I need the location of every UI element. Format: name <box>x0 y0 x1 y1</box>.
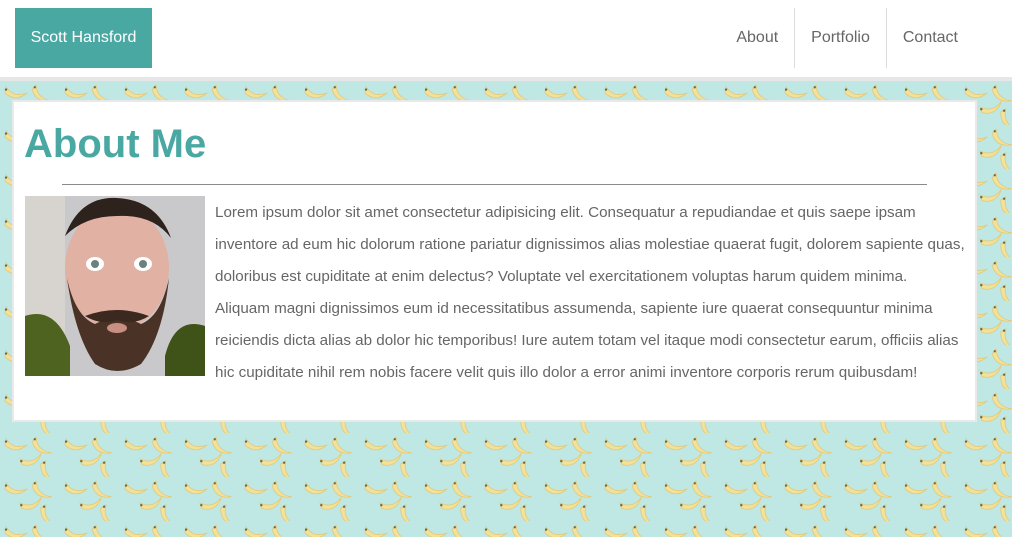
brand-logo-button[interactable]: Scott Hansford <box>15 8 152 68</box>
nav-link-portfolio[interactable]: Portfolio <box>795 8 886 68</box>
title-divider <box>62 184 927 185</box>
navbar: Scott Hansford About Portfolio Contact <box>0 0 1012 77</box>
nav-link-about[interactable]: About <box>720 8 794 68</box>
photo-spacer <box>25 197 215 377</box>
about-title: About Me <box>24 122 207 166</box>
nav-link-contact[interactable]: Contact <box>887 8 974 68</box>
about-body-text: Lorem ipsum dolor sit amet consectetur a… <box>25 197 965 389</box>
about-body: Lorem ipsum dolor sit amet consectetur a… <box>215 204 965 381</box>
about-card: About Me Lorem ipsum dolor sit amet cons… <box>14 102 975 420</box>
nav-links: About Portfolio Contact <box>720 8 974 68</box>
